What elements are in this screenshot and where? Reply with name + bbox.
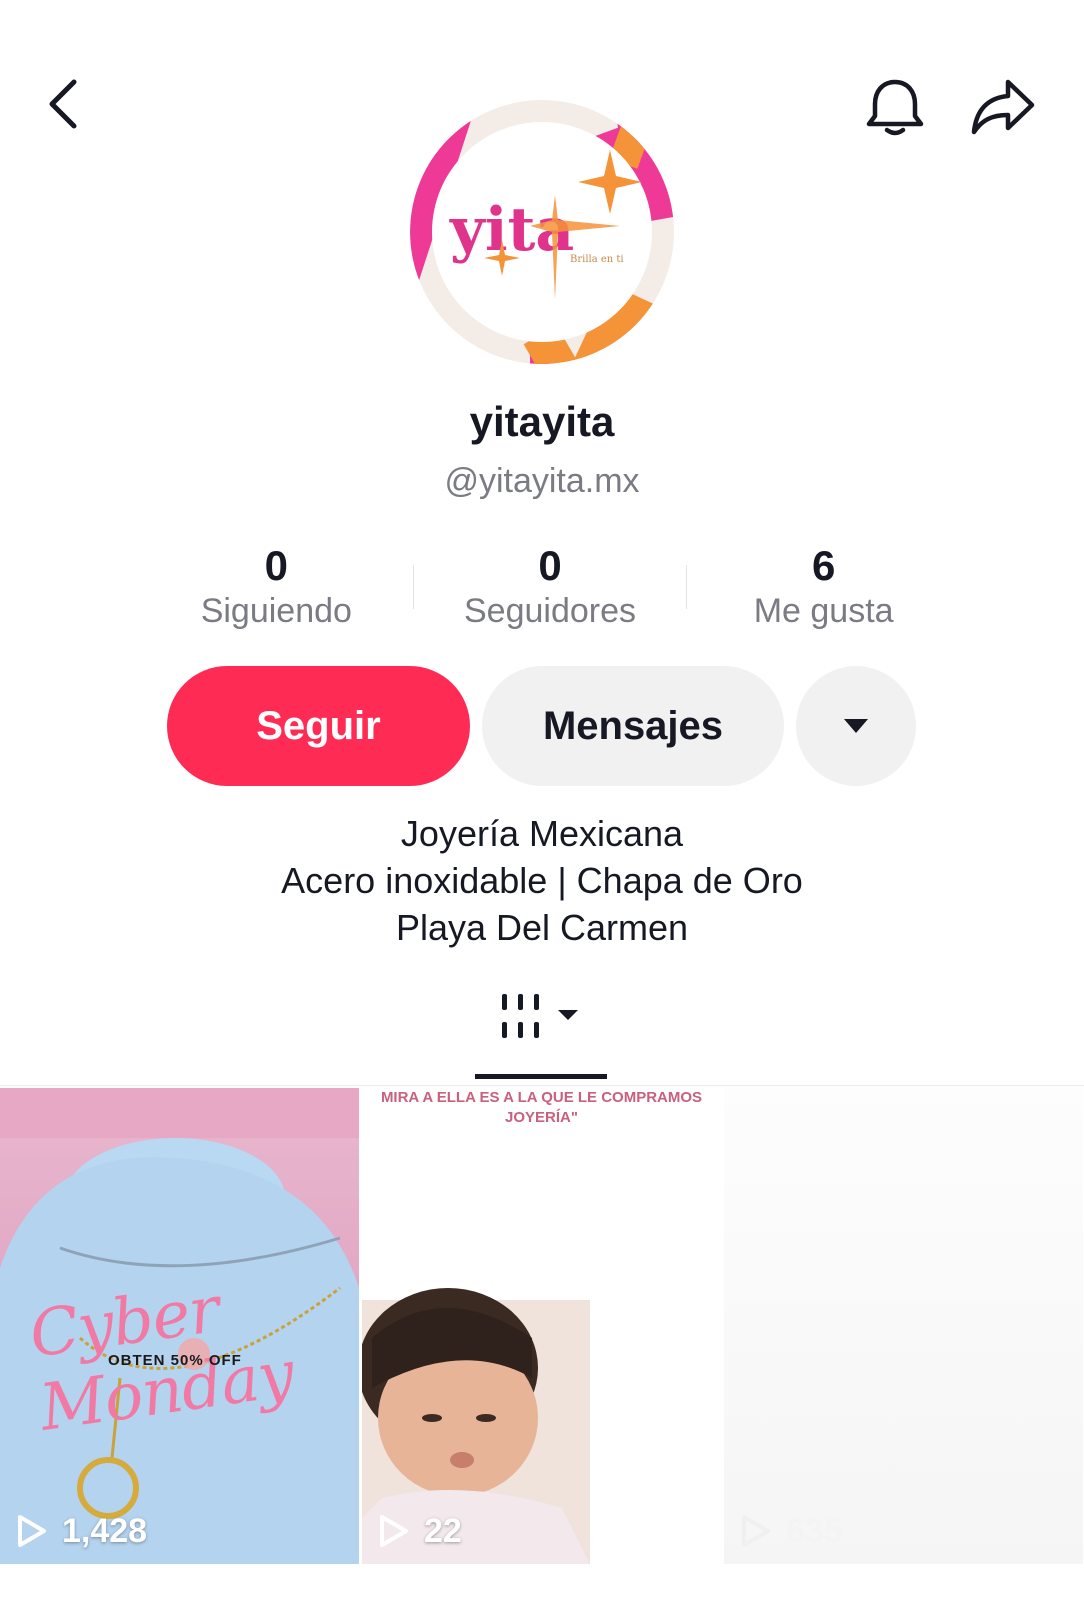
video-thumbnail[interactable]: Cyber Monday OBTEN 50% OFF 1,428: [0, 1088, 359, 1564]
svg-text:Brilla en ti: Brilla en ti: [570, 254, 624, 265]
notifications-button[interactable]: [860, 72, 930, 142]
bio-line: Playa Del Carmen: [395, 907, 689, 948]
follow-button[interactable]: Seguir: [167, 666, 470, 786]
profile-stats: 0 Siguiendo 0 Seguidores 6 Me gusta: [140, 540, 960, 640]
more-options-button[interactable]: [796, 666, 916, 786]
share-arrow-icon: [971, 79, 1035, 135]
followers-count: 0: [538, 542, 562, 589]
username: @yitayita.mx: [444, 462, 640, 500]
bell-icon: [866, 79, 924, 136]
video-grid-icon: [502, 994, 578, 1038]
following-count: 0: [264, 542, 289, 589]
play-icon: [18, 1515, 46, 1547]
share-button[interactable]: [968, 72, 1038, 142]
caret-down-icon: [844, 719, 868, 733]
stat-following[interactable]: 0 Siguiendo: [140, 540, 413, 640]
following-label: Siguiendo: [200, 592, 352, 630]
play-icon: [742, 1515, 770, 1547]
video-thumbnail[interactable]: MIRA A ELLA ES A LA QUE LE COMPRAMOS JOY…: [362, 1088, 721, 1564]
video-overlay-text: OBTEN 50% OFF: [108, 1352, 242, 1369]
back-button[interactable]: [38, 74, 88, 134]
profile-bio: Joyería Mexicana Acero inoxidable | Chap…: [0, 810, 1084, 951]
bio-line: Acero inoxidable | Chapa de Oro: [281, 860, 803, 901]
view-count-value: 22: [424, 1511, 462, 1550]
message-button[interactable]: Mensajes: [482, 666, 784, 786]
content-tabs: [0, 990, 1084, 1086]
followers-label: Seguidores: [463, 592, 636, 630]
stat-likes[interactable]: 6 Me gusta: [687, 540, 960, 640]
view-count-value: 635: [786, 1511, 843, 1550]
display-name: yitayita: [469, 398, 615, 445]
view-count: 22: [378, 1506, 462, 1556]
tab-videos[interactable]: [476, 990, 606, 1086]
video-thumbnail[interactable]: 635: [724, 1088, 1083, 1564]
likes-label: Me gusta: [753, 592, 894, 630]
yita-logo-image: yita Brilla en ti: [410, 100, 674, 364]
view-count-value: 1,428: [62, 1511, 148, 1550]
child-photo-image: [362, 1288, 590, 1564]
likes-count: 6: [811, 542, 836, 589]
view-count: 1,428: [16, 1506, 147, 1556]
play-icon: [380, 1515, 408, 1547]
active-tab-indicator: [475, 1074, 607, 1079]
video-grid: Cyber Monday OBTEN 50% OFF 1,428 MIRA A …: [0, 1088, 1084, 1564]
profile-avatar[interactable]: yita Brilla en ti: [410, 100, 674, 364]
view-count: 635: [740, 1506, 843, 1556]
chevron-left-icon: [49, 79, 77, 129]
bio-line: Joyería Mexicana: [400, 813, 684, 854]
stat-followers[interactable]: 0 Seguidores: [414, 540, 687, 640]
